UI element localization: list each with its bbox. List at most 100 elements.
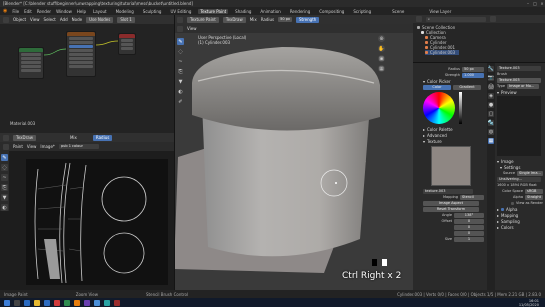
shader-node-editor[interactable]: Object View Select Add Node Use Nodes Sl… xyxy=(0,15,174,133)
viewport-menu-icon[interactable] xyxy=(177,25,183,32)
material-tab-icon[interactable]: ◍ xyxy=(488,129,494,135)
viewport-menu-view[interactable]: View xyxy=(187,26,197,31)
discord-icon[interactable] xyxy=(84,299,90,306)
perspective-toggle-icon[interactable]: ▦ xyxy=(378,65,385,72)
close-icon[interactable]: × xyxy=(539,1,545,6)
draw-tool-icon[interactable]: ✎ xyxy=(1,154,8,161)
radius-field[interactable]: 50 px xyxy=(462,66,484,72)
menu-file[interactable]: File xyxy=(12,9,19,14)
texture-preview-thumbnail[interactable] xyxy=(431,146,471,186)
reset-transform-button[interactable]: Reset Transform xyxy=(423,206,479,212)
gradient-tab[interactable]: Gradient xyxy=(453,84,481,90)
texture-datablock-field[interactable]: Texture.003 xyxy=(497,65,541,71)
pan-hand-icon[interactable]: ✋ xyxy=(378,45,385,52)
source-dropdown[interactable]: Single Ima... xyxy=(517,170,543,176)
image-menu-view[interactable]: View xyxy=(27,144,37,149)
modifier-tab-icon[interactable]: 🔩 xyxy=(488,120,494,126)
mapping-dropdown[interactable]: Stencil xyxy=(460,194,484,200)
texture-tab-icon[interactable]: ▦ xyxy=(488,138,494,144)
media-app-icon[interactable] xyxy=(54,299,60,306)
outliner-search-input[interactable]: ⌕ xyxy=(426,16,486,22)
angle-field[interactable]: 138° xyxy=(454,212,484,218)
radius-button[interactable]: Radius xyxy=(92,134,113,141)
viewport-radius-field[interactable]: 50 px xyxy=(278,17,292,22)
tab-texture-paint[interactable]: Texture Paint xyxy=(198,8,229,14)
outliner-editor-icon[interactable] xyxy=(416,16,422,22)
outliner[interactable]: ⌕ Scene Collection Collection Camera Cyl… xyxy=(413,15,545,62)
vp-fill-tool-icon[interactable]: ▼ xyxy=(177,78,184,85)
tab-uv-editing[interactable]: UV Editing xyxy=(168,9,193,14)
image-editor-type-icon[interactable] xyxy=(3,143,9,150)
view-layer-selector[interactable]: View Layer xyxy=(429,9,451,14)
app-icon[interactable] xyxy=(104,299,110,306)
mask-tool-icon[interactable]: ◐ xyxy=(1,204,8,211)
menu-render[interactable]: Render xyxy=(37,9,51,14)
image-aspect-button[interactable]: Image Aspect xyxy=(423,200,479,206)
colorspace-dropdown[interactable]: sRGB xyxy=(525,188,543,194)
brush-icon[interactable] xyxy=(3,134,9,141)
tab-scripting[interactable]: Scripting xyxy=(351,9,373,14)
edge-browser-icon[interactable] xyxy=(24,299,30,306)
size-x-field[interactable]: 1 xyxy=(454,236,484,242)
viewport-editor-type-icon[interactable] xyxy=(177,16,183,23)
vp-clone-tool-icon[interactable]: ⎘ xyxy=(177,68,184,75)
image-menu-paint[interactable]: Paint xyxy=(13,144,23,149)
viewport-strength-field[interactable]: Strength xyxy=(296,16,320,23)
tab-animation[interactable]: Animation xyxy=(258,9,282,14)
texture-slot-field[interactable]: Texture.003 xyxy=(497,77,541,83)
filter-icon[interactable] xyxy=(490,16,496,22)
menu-window[interactable]: Window xyxy=(56,9,72,14)
colors-section[interactable]: ▸ Colors xyxy=(497,224,543,230)
vp-mask-tool-icon[interactable]: ◐ xyxy=(177,88,184,95)
outliner-row-selected[interactable]: Cylinder.003 xyxy=(425,50,460,55)
maximize-icon[interactable]: □ xyxy=(532,1,538,6)
start-menu-icon[interactable] xyxy=(4,299,10,306)
tool-tab-icon[interactable]: 🔧 xyxy=(488,66,494,72)
file-explorer-icon[interactable] xyxy=(34,299,40,306)
vp-annotate-tool-icon[interactable]: ✐ xyxy=(177,98,184,105)
strength-field[interactable]: 1.000 xyxy=(462,72,484,78)
tab-modeling[interactable]: Modeling xyxy=(114,9,136,14)
type-dropdown[interactable]: Image or Mo... xyxy=(507,83,540,89)
uv-layout-canvas[interactable] xyxy=(26,159,168,285)
system-clock[interactable]: 16:01 11/05/2020 xyxy=(519,299,545,307)
smear-tool-icon[interactable]: ~ xyxy=(1,174,8,181)
value-slider[interactable] xyxy=(459,92,462,124)
tab-sculpting[interactable]: Sculpting xyxy=(141,9,164,14)
minimize-icon[interactable]: – xyxy=(525,1,531,6)
scene-tab-icon[interactable]: ◈ xyxy=(488,93,494,99)
3d-viewport[interactable]: Texture Paint TexDraw Mix Radius 50 px S… xyxy=(174,15,413,290)
vp-draw-tool-icon[interactable]: ✎ xyxy=(177,38,184,45)
offset-y-field[interactable]: 0 xyxy=(454,224,484,230)
color-tab[interactable]: Color xyxy=(423,84,451,90)
output-tab-icon[interactable]: 🖨 xyxy=(488,84,494,90)
offset-x-field[interactable]: 0 xyxy=(454,218,484,224)
brush-name-field[interactable]: TexDraw xyxy=(13,134,36,141)
blender-taskbar-icon[interactable] xyxy=(74,299,80,306)
clone-tool-icon[interactable]: ⎘ xyxy=(1,184,8,191)
tab-rendering[interactable]: Rendering xyxy=(288,9,312,14)
camera-view-icon[interactable]: ▣ xyxy=(378,55,385,62)
menu-help[interactable]: Help xyxy=(77,9,86,14)
texture-name-field[interactable]: texture.003 xyxy=(423,188,473,194)
tab-compositing[interactable]: Compositing xyxy=(317,9,346,14)
viewport-brush-field[interactable]: TexDraw xyxy=(222,16,246,23)
blender-logo-icon[interactable]: ◉ xyxy=(3,8,7,14)
vp-soften-tool-icon[interactable]: ◌ xyxy=(177,48,184,55)
soften-tool-icon[interactable]: ◌ xyxy=(1,164,8,171)
primary-color-swatch[interactable] xyxy=(382,259,387,266)
chrome-icon[interactable] xyxy=(94,299,100,306)
preview-section[interactable]: ▾ Preview xyxy=(497,89,543,95)
fill-tool-icon[interactable]: ▼ xyxy=(1,194,8,201)
image-menu-image[interactable]: Image* xyxy=(40,144,55,149)
tab-shading[interactable]: Shading xyxy=(233,9,253,14)
mode-selector[interactable]: Texture Paint xyxy=(187,16,219,23)
world-tab-icon[interactable]: ● xyxy=(488,102,494,108)
zoom-icon[interactable]: ⊕ xyxy=(378,35,385,42)
scene-selector[interactable]: Scene xyxy=(392,9,404,14)
recorder-icon[interactable] xyxy=(114,299,120,306)
texture-section[interactable]: ▾ Texture xyxy=(423,138,484,144)
vp-smear-tool-icon[interactable]: ~ xyxy=(177,58,184,65)
search-icon[interactable] xyxy=(14,299,20,306)
image-file-field[interactable]: Unsilvering... xyxy=(497,176,541,182)
